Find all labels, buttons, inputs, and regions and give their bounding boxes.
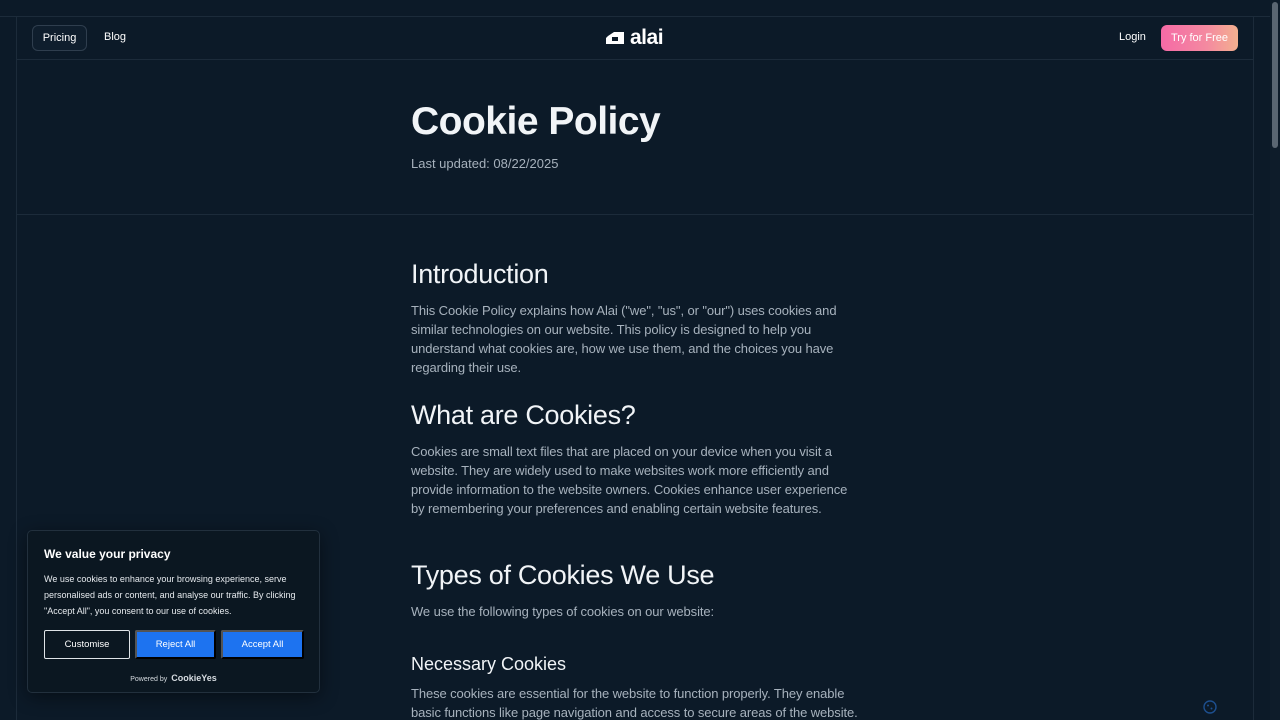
last-updated-text: Last updated: 08/22/2025: [411, 156, 559, 171]
accept-all-button[interactable]: Accept All: [221, 630, 304, 659]
cookie-settings-icon: [1203, 700, 1217, 714]
powered-by: Powered by CookieYes: [28, 673, 319, 683]
types-of-cookies-heading: Types of Cookies We Use: [411, 560, 715, 590]
consent-title: We value your privacy: [44, 547, 171, 561]
page-title: Cookie Policy: [411, 100, 661, 143]
frame-line-top: [0, 16, 1270, 17]
frame-line-left: [16, 16, 17, 720]
try-for-free-button[interactable]: Try for Free: [1161, 25, 1238, 51]
powered-by-label: Powered by: [130, 676, 168, 683]
necessary-cookies-heading: Necessary Cookies: [411, 654, 567, 674]
hero-divider: [16, 214, 1254, 215]
nav-pricing-link[interactable]: Pricing: [32, 25, 87, 51]
necessary-cookies-paragraph: These cookies are essential for the webs…: [411, 686, 858, 720]
scrollbar-thumb[interactable]: [1272, 2, 1278, 148]
logo-wordmark: alai: [630, 26, 664, 49]
what-are-cookies-paragraph: Cookies are small text files that are pl…: [411, 444, 848, 516]
nav-divider: [16, 59, 1254, 60]
frame-line-right: [1253, 16, 1254, 720]
alai-logo-icon: [606, 31, 624, 44]
consent-description: We use cookies to enhance your browsing …: [44, 574, 296, 616]
alai-logo[interactable]: alai: [605, 26, 664, 49]
cookieyes-logo[interactable]: CookieYes: [171, 673, 217, 683]
customise-button[interactable]: Customise: [44, 630, 130, 659]
cookie-consent-banner: We value your privacy We use cookies to …: [27, 530, 320, 693]
introduction-heading: Introduction: [411, 259, 549, 289]
what-are-cookies-heading: What are Cookies?: [411, 400, 636, 430]
introduction-paragraph: This Cookie Policy explains how Alai ("w…: [411, 303, 837, 375]
nav-blog-link[interactable]: Blog: [104, 31, 126, 43]
cookie-settings-button[interactable]: [1203, 700, 1217, 714]
reject-all-button[interactable]: Reject All: [135, 630, 216, 659]
nav-login-link[interactable]: Login: [1119, 31, 1146, 43]
types-of-cookies-paragraph: We use the following types of cookies on…: [411, 604, 715, 619]
